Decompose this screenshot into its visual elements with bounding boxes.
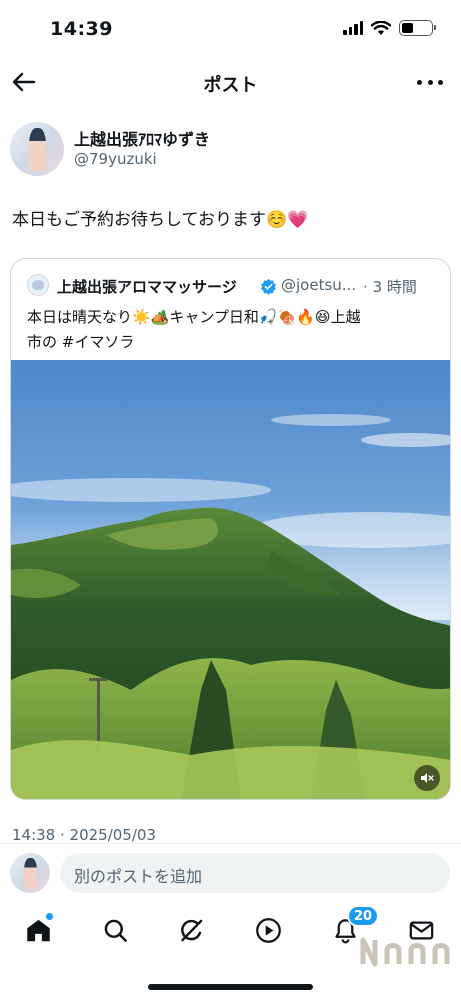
post-text: 本日もご予約お待ちしております☺️💗 — [12, 210, 309, 230]
status-bar: 14:39 — [0, 0, 461, 60]
quoted-post-time: · 3 時間 — [363, 276, 417, 297]
tab-notifications[interactable]: 20 — [330, 905, 380, 945]
quoted-text-prefix: 市の — [27, 333, 62, 351]
quoted-text-line-2: 市の #イマソラ — [27, 330, 437, 355]
wifi-icon — [371, 20, 391, 35]
more-dot-icon — [417, 79, 422, 85]
more-options-button[interactable] — [417, 70, 443, 94]
status-time: 14:39 — [50, 18, 113, 40]
status-icons — [343, 20, 436, 36]
quoted-author-handle: @joetsu... — [281, 276, 357, 294]
reply-bar: 別のポストを追加 — [0, 843, 461, 901]
quoted-time-value: 3 時間 — [372, 278, 417, 296]
media-video[interactable] — [11, 360, 450, 799]
home-indicator[interactable] — [148, 984, 313, 990]
post-timestamp: 14:38 · 2025/05/03 — [12, 826, 156, 842]
nav-header: ポスト — [0, 60, 461, 104]
verified-badge-icon — [261, 278, 276, 295]
unread-dot — [45, 912, 54, 921]
quoted-text-line-1: 本日は晴天なり☀️🏕️キャンプ日和🎣🍖🔥😆上越 — [27, 308, 361, 326]
tab-home[interactable] — [23, 912, 54, 945]
grok-icon — [180, 919, 202, 941]
search-icon — [104, 919, 127, 942]
quoted-post-card[interactable]: 上越出張アロママッサージ @joetsu... · 3 時間 本日は晴天なり☀️… — [10, 258, 451, 800]
reply-input[interactable]: 別のポストを追加 — [60, 853, 450, 893]
quoted-post-text: 本日は晴天なり☀️🏕️キャンプ日和🎣🍖🔥😆上越 市の #イマソラ — [27, 305, 437, 355]
page-title: ポスト — [203, 75, 258, 96]
mute-button[interactable] — [414, 765, 440, 791]
tab-search[interactable] — [100, 915, 130, 945]
mountain-landscape-image — [11, 414, 450, 799]
notification-count-badge: 20 — [347, 905, 380, 927]
author-name[interactable]: 上越出張ｱﾛﾏゆずき — [74, 126, 210, 150]
more-dot-icon — [438, 79, 443, 85]
current-user-avatar — [10, 853, 50, 893]
author-handle[interactable]: @79yuzuki — [74, 150, 157, 168]
quoted-author-name: 上越出張アロママッサージ — [57, 278, 237, 296]
hashtag-link[interactable]: #イマソラ — [62, 333, 135, 351]
play-icon — [255, 917, 281, 943]
speaker-muted-icon — [421, 773, 434, 783]
cellular-signal-icon — [343, 21, 363, 35]
battery-icon — [399, 20, 436, 36]
time-separator: · — [363, 278, 368, 296]
quoted-author-avatar — [27, 274, 49, 296]
more-dot-icon — [427, 79, 433, 85]
tab-video[interactable] — [253, 915, 283, 945]
watermark-logo — [360, 937, 450, 967]
tab-grok[interactable] — [176, 915, 206, 945]
author-avatar[interactable] — [10, 122, 64, 176]
